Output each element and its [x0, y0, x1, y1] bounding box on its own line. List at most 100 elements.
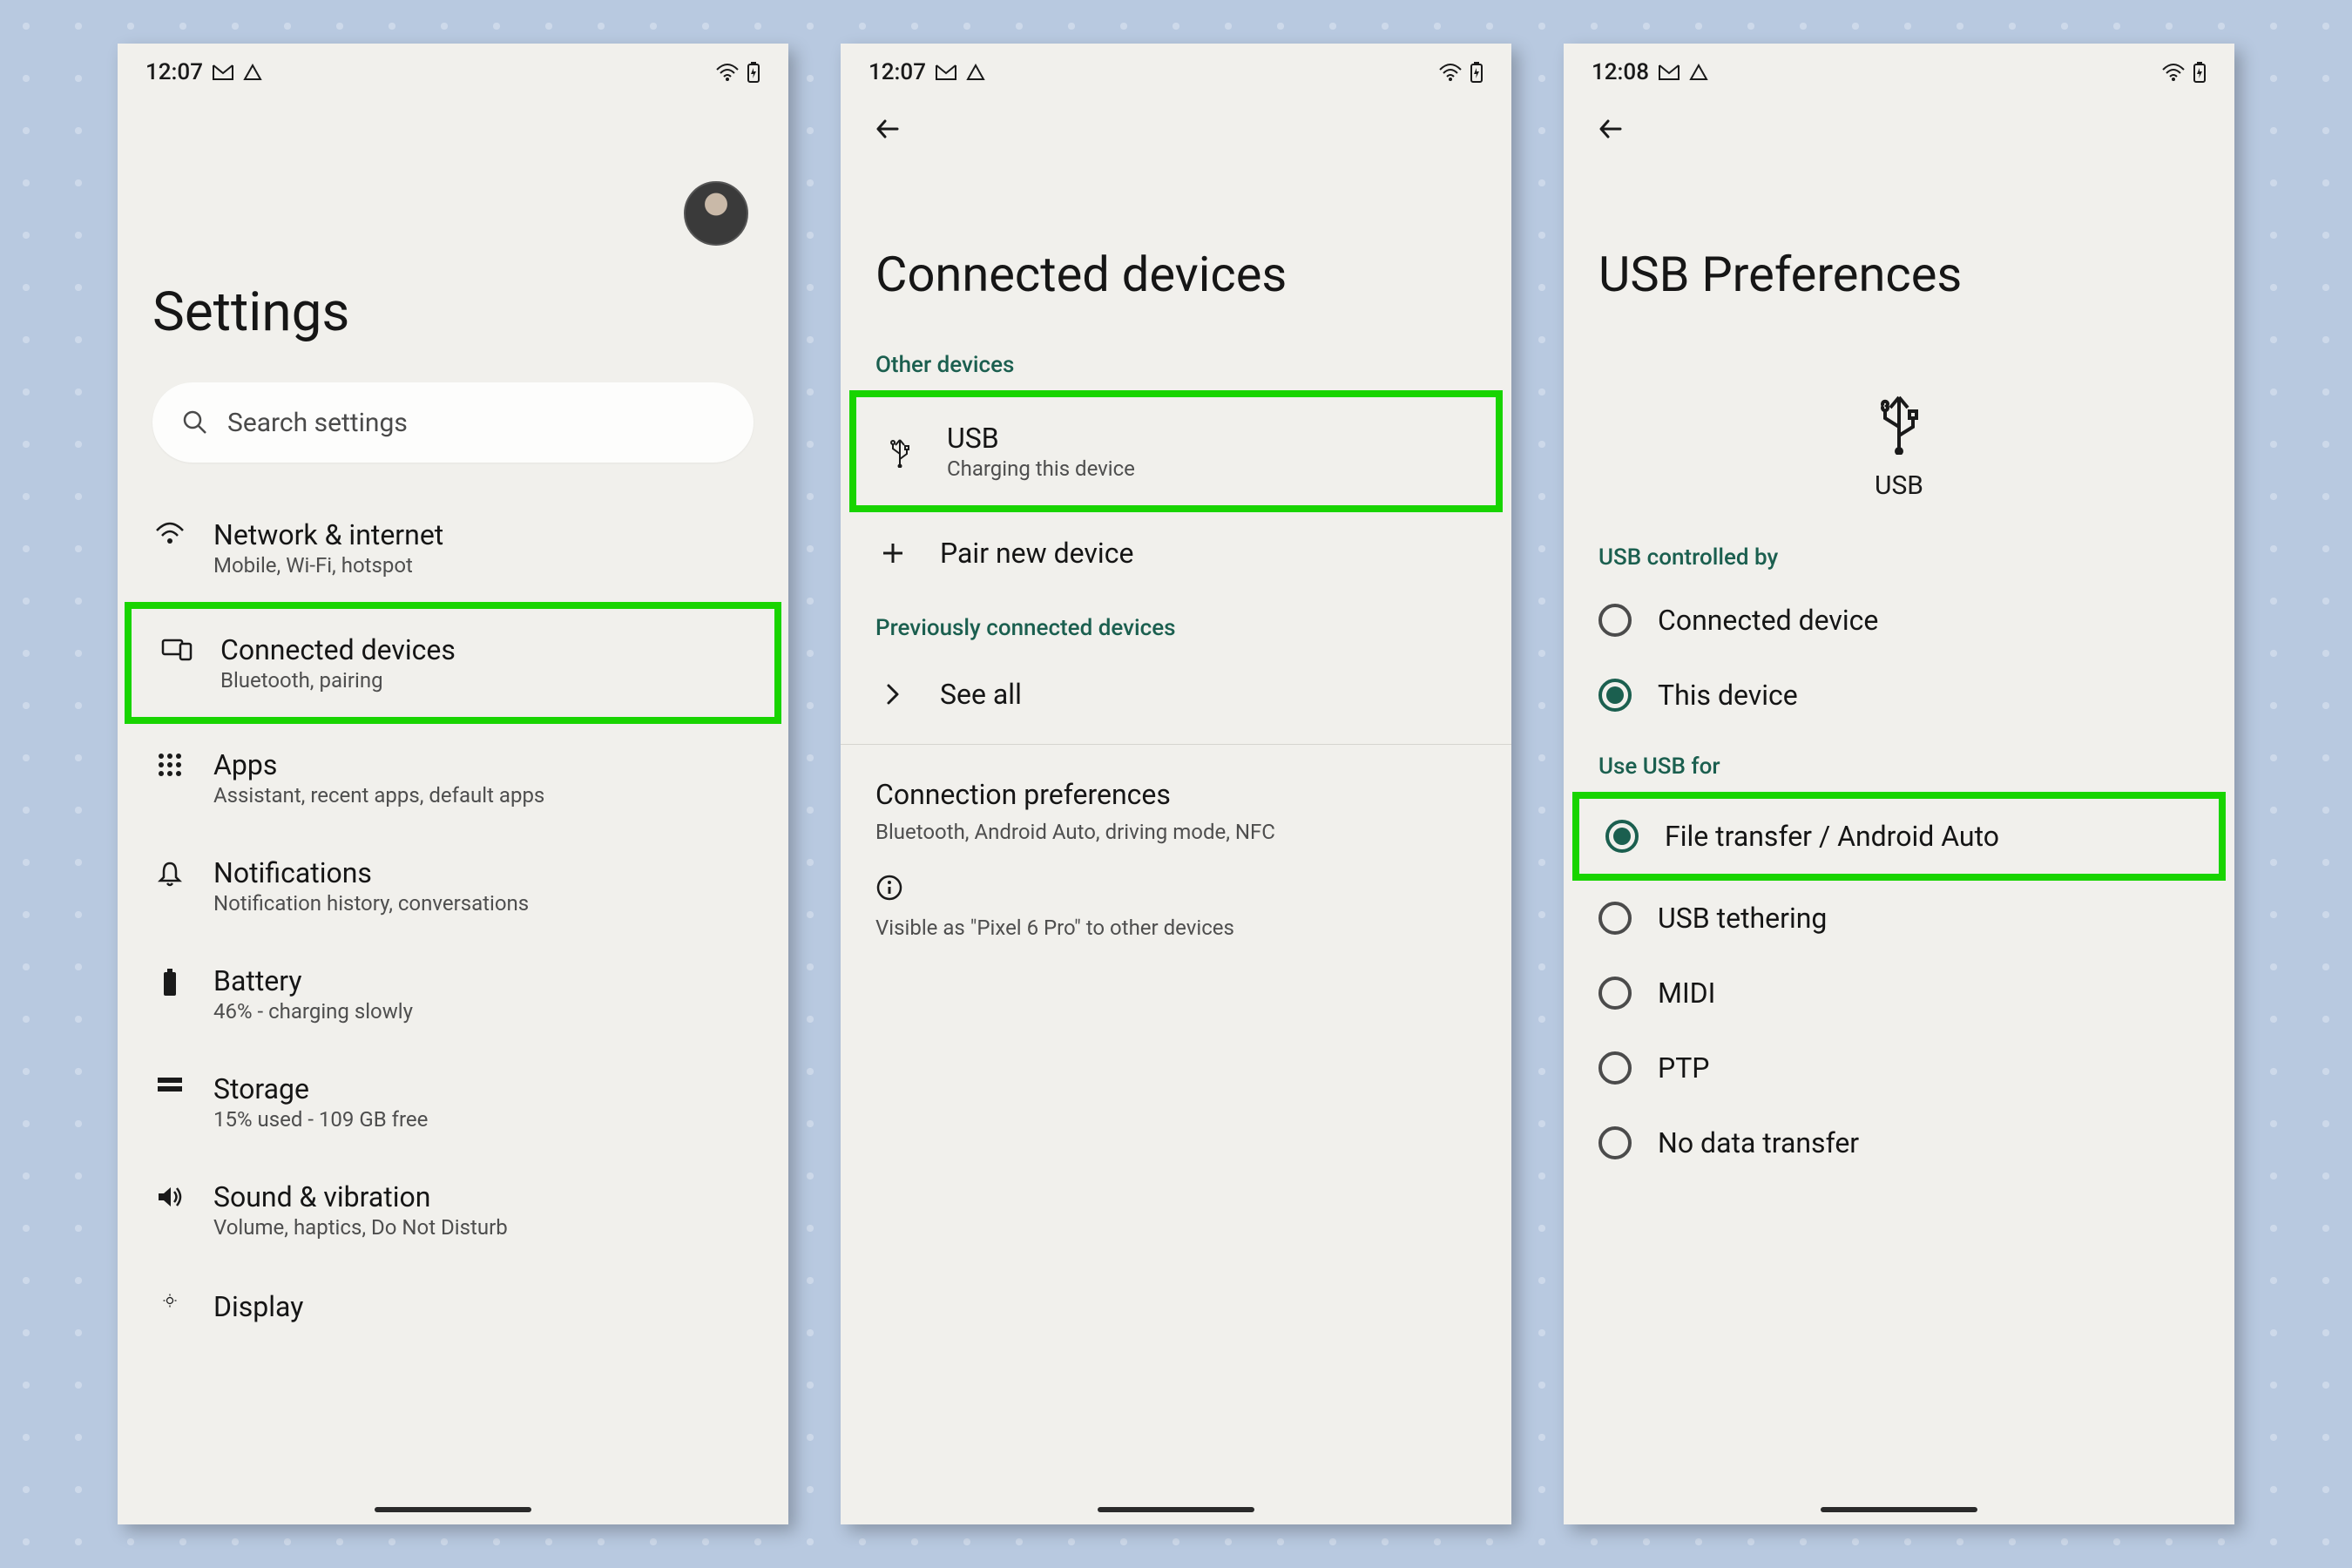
- wifi-icon: [152, 518, 187, 546]
- plus-icon: [875, 540, 910, 566]
- section-use-usb-for: Use USB for: [1564, 754, 2234, 792]
- nav-handle[interactable]: [1098, 1507, 1254, 1512]
- status-time: 12:07: [868, 59, 926, 85]
- settings-item-network[interactable]: Network & internet Mobile, Wi-Fi, hotspo…: [118, 494, 788, 602]
- row-sub: Charging this device: [947, 456, 1135, 481]
- item-title: Network & internet: [213, 518, 443, 551]
- radio-midi[interactable]: MIDI: [1564, 956, 2234, 1031]
- status-time: 12:07: [145, 59, 203, 85]
- item-sub: Volume, haptics, Do Not Disturb: [213, 1215, 508, 1240]
- status-time: 12:08: [1592, 59, 1649, 85]
- section-previously-connected: Previously connected devices: [841, 615, 1511, 653]
- wifi-icon: [1438, 63, 1463, 82]
- row-usb[interactable]: USB Charging this device: [856, 397, 1496, 505]
- nav-handle[interactable]: [1821, 1507, 1977, 1512]
- row-title: See all: [940, 678, 1022, 711]
- radio-label: PTP: [1658, 1051, 1709, 1085]
- page-title: Settings: [118, 246, 788, 382]
- footnote: Visible as "Pixel 6 Pro" to other device…: [841, 910, 1511, 945]
- settings-item-display[interactable]: Display: [118, 1264, 788, 1328]
- battery-icon: [747, 61, 760, 84]
- gmail-icon: [935, 64, 957, 81]
- item-title: Storage: [213, 1072, 428, 1105]
- item-title: Battery: [213, 964, 413, 997]
- radio-ptp[interactable]: PTP: [1564, 1031, 2234, 1105]
- search-input[interactable]: Search settings: [152, 382, 754, 463]
- radio-this-device[interactable]: This device: [1564, 658, 2234, 733]
- usb-label: USB: [1875, 470, 1923, 501]
- row-sub: Bluetooth, Android Auto, driving mode, N…: [875, 820, 1477, 844]
- back-button[interactable]: [1590, 108, 1632, 150]
- radio-icon: [1598, 1051, 1632, 1085]
- radio-file-transfer[interactable]: File transfer / Android Auto: [1579, 799, 2219, 874]
- divider: [841, 744, 1511, 745]
- status-bar: 12:07: [118, 44, 788, 94]
- drive-icon: [966, 64, 985, 81]
- usb-icon: [1875, 389, 1923, 455]
- item-sub: Bluetooth, pairing: [220, 668, 456, 693]
- highlight-file-transfer: File transfer / Android Auto: [1572, 792, 2226, 881]
- phone-connected-devices: 12:07 Connected devices Other devices: [841, 44, 1511, 1524]
- info-icon: [841, 858, 1511, 910]
- radio-label: USB tethering: [1658, 902, 1827, 935]
- highlight-usb: USB Charging this device: [849, 390, 1503, 512]
- radio-icon: [1598, 977, 1632, 1010]
- battery-icon: [1470, 61, 1484, 84]
- row-see-all[interactable]: See all: [841, 653, 1511, 735]
- avatar[interactable]: [684, 181, 748, 246]
- storage-icon: [152, 1072, 187, 1097]
- radio-no-data-transfer[interactable]: No data transfer: [1564, 1105, 2234, 1180]
- radio-label: Connected device: [1658, 604, 1878, 637]
- settings-item-connected-devices[interactable]: Connected devices Bluetooth, pairing: [132, 609, 774, 717]
- gmail-icon: [1658, 64, 1680, 81]
- search-placeholder: Search settings: [227, 408, 408, 438]
- radio-label: File transfer / Android Auto: [1665, 820, 1999, 853]
- nav-handle[interactable]: [375, 1507, 531, 1512]
- wifi-icon: [2161, 63, 2186, 82]
- item-sub: Notification history, conversations: [213, 891, 529, 916]
- item-sub: Mobile, Wi-Fi, hotspot: [213, 553, 443, 578]
- radio-connected-device[interactable]: Connected device: [1564, 583, 2234, 658]
- drive-icon: [1689, 64, 1708, 81]
- settings-item-battery[interactable]: Battery 46% - charging slowly: [118, 940, 788, 1048]
- radio-icon: [1598, 679, 1632, 712]
- devices-icon: [159, 633, 194, 661]
- radio-usb-tethering[interactable]: USB tethering: [1564, 881, 2234, 956]
- phone-settings: 12:07 Settings: [118, 44, 788, 1524]
- wifi-icon: [715, 63, 740, 82]
- row-pair-new-device[interactable]: Pair new device: [841, 512, 1511, 594]
- settings-item-notifications[interactable]: Notifications Notification history, conv…: [118, 832, 788, 940]
- radio-icon: [1598, 604, 1632, 637]
- row-title: USB: [947, 422, 1135, 455]
- sound-icon: [152, 1180, 187, 1210]
- back-button[interactable]: [867, 108, 909, 150]
- settings-item-storage[interactable]: Storage 15% used - 109 GB free: [118, 1048, 788, 1156]
- brightness-icon: [152, 1290, 187, 1308]
- phone-usb-preferences: 12:08 USB Preferences USB: [1564, 44, 2234, 1524]
- radio-label: MIDI: [1658, 977, 1715, 1010]
- item-sub: Assistant, recent apps, default apps: [213, 783, 544, 808]
- radio-label: This device: [1658, 679, 1798, 712]
- status-bar: 12:07: [841, 44, 1511, 94]
- chevron-right-icon: [875, 681, 910, 707]
- radio-icon: [1598, 1126, 1632, 1159]
- battery-icon: [2193, 61, 2207, 84]
- settings-item-sound[interactable]: Sound & vibration Volume, haptics, Do No…: [118, 1156, 788, 1264]
- item-title: Apps: [213, 748, 544, 781]
- row-title: Connection preferences: [875, 778, 1477, 811]
- radio-icon: [1598, 902, 1632, 935]
- usb-hero: USB: [1564, 352, 2234, 544]
- row-title: Pair new device: [940, 537, 1133, 570]
- status-bar: 12:08: [1564, 44, 2234, 94]
- settings-item-apps[interactable]: Apps Assistant, recent apps, default app…: [118, 724, 788, 832]
- row-connection-preferences[interactable]: Connection preferences Bluetooth, Androi…: [841, 760, 1511, 858]
- item-title: Display: [213, 1290, 303, 1323]
- highlight-connected-devices: Connected devices Bluetooth, pairing: [125, 602, 781, 724]
- battery-icon: [152, 964, 187, 997]
- item-sub: 15% used - 109 GB free: [213, 1107, 428, 1132]
- gmail-icon: [212, 64, 234, 81]
- section-other-devices: Other devices: [841, 352, 1511, 390]
- radio-label: No data transfer: [1658, 1126, 1859, 1159]
- item-title: Notifications: [213, 856, 529, 889]
- radio-icon: [1605, 820, 1639, 853]
